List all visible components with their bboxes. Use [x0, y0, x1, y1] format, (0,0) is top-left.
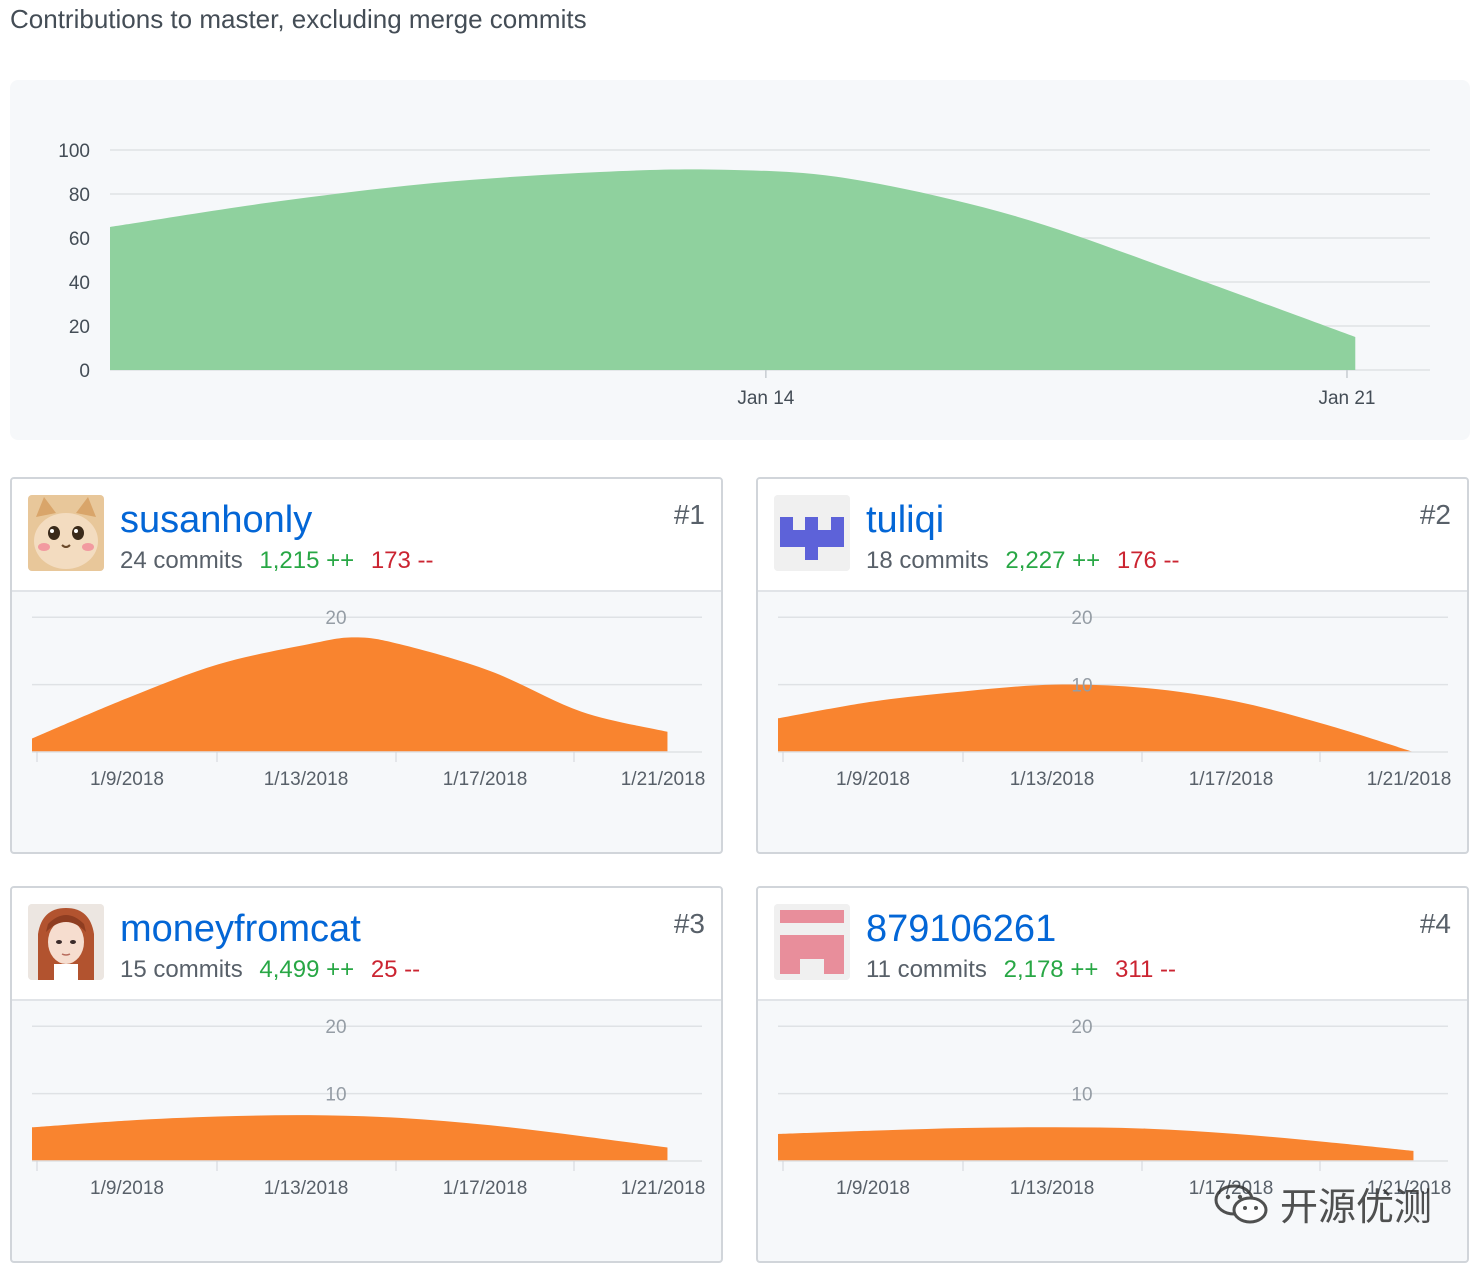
contributor-header: susanhonly 24 commits 1,215 ++ 173 -- #1: [12, 479, 721, 592]
x-tick-label: 1/13/2018: [264, 1178, 349, 1199]
y-tick-label: 10: [1071, 1085, 1092, 1106]
page-title: Contributions to master, excluding merge…: [10, 4, 587, 34]
contributor-chart-svg: 20 10 1/9/2018 1/13/2018 1/17/2018 1/21/2018: [778, 608, 1452, 790]
x-tick-label: 1/17/2018: [1189, 769, 1274, 790]
x-tick-label: 1/17/2018: [443, 1178, 528, 1199]
x-tick-label: 1/13/2018: [1010, 1178, 1095, 1199]
cat-avatar-icon: [28, 495, 104, 571]
contributor-rank: #1: [673, 499, 705, 530]
commit-count-link[interactable]: 11 commits: [866, 956, 987, 983]
contributor-stats: 24 commits 1,215 ++ 173 --: [120, 547, 434, 575]
y-tick-label: 40: [69, 273, 90, 294]
y-tick-label: 80: [69, 185, 90, 206]
avatar[interactable]: [774, 904, 850, 980]
contributor-username-link[interactable]: susanhonly: [120, 499, 312, 542]
y-tick-label: 10: [1071, 676, 1092, 697]
commits-area: [32, 1115, 668, 1161]
contributions-graph: 100 80 60 40 20 0 Jan 14 Jan 21: [10, 80, 1470, 440]
identicon-icon: [774, 904, 850, 980]
y-tick-label: 20: [69, 317, 90, 338]
additions-count: 2,227 ++: [1005, 547, 1101, 574]
y-tick-label: 60: [69, 229, 90, 250]
x-tick-label: 1/13/2018: [264, 769, 349, 790]
y-tick-label: 0: [79, 361, 90, 382]
anime-avatar-icon: [28, 904, 104, 980]
additions-count: 2,178 ++: [1003, 956, 1099, 983]
contributor-header: moneyfromcat 15 commits 4,499 ++ 25 -- #…: [12, 888, 721, 1001]
deletions-count: 176 --: [1116, 547, 1180, 574]
x-tick-label: 1/17/2018: [443, 769, 528, 790]
contributor-header: 879106261 11 commits 2,178 ++ 311 -- #4: [758, 888, 1467, 1001]
x-tick-label: 1/9/2018: [90, 769, 164, 790]
contributions-area: [110, 169, 1356, 370]
x-tick-label: 1/21/2018: [621, 1178, 706, 1199]
contributor-chart-svg: 20 1/9/2018 1/13/2018 1/17/2018 1/21/2018: [32, 608, 706, 790]
contributor-rank: #2: [1419, 499, 1451, 530]
avatar[interactable]: [28, 904, 104, 980]
deletions-count: 311 --: [1115, 956, 1176, 983]
y-tick-label: 20: [325, 1017, 346, 1038]
x-tick-label: Jan 14: [737, 388, 794, 409]
x-tick-label: Jan 21: [1318, 388, 1375, 409]
commit-count-link[interactable]: 24 commits: [120, 547, 243, 574]
contributor-rank: #3: [673, 908, 705, 939]
contributor-rank: #4: [1419, 908, 1451, 939]
commit-count-link[interactable]: 15 commits: [120, 956, 243, 983]
deletions-count: 173 --: [370, 547, 434, 574]
contributor-username-link[interactable]: moneyfromcat: [120, 908, 361, 951]
deletions-count: 25 --: [370, 956, 421, 983]
identicon-icon: [774, 495, 850, 571]
y-tick-label: 20: [325, 608, 346, 629]
contributor-card: moneyfromcat 15 commits 4,499 ++ 25 -- #…: [10, 886, 723, 1263]
y-tick-label: 10: [325, 1085, 346, 1106]
x-tick-label: 1/9/2018: [836, 769, 910, 790]
contributor-username-link[interactable]: tuliqi: [866, 499, 944, 542]
contributor-stats: 18 commits 2,227 ++ 176 --: [866, 547, 1180, 575]
avatar[interactable]: [28, 495, 104, 571]
x-tick-label: 1/21/2018: [621, 769, 706, 790]
contributor-card: susanhonly 24 commits 1,215 ++ 173 -- #1…: [10, 477, 723, 854]
contributor-stats: 15 commits 4,499 ++ 25 --: [120, 956, 420, 984]
commit-count-link[interactable]: 18 commits: [866, 547, 989, 574]
x-tick-label: 1/21/2018: [1367, 769, 1452, 790]
wechat-icon: [1214, 1184, 1268, 1223]
x-tick-label: 1/9/2018: [836, 1178, 910, 1199]
watermark: 开源优测: [1210, 1176, 1432, 1231]
contributions-chart-svg: 100 80 60 40 20 0 Jan 14 Jan 21: [58, 141, 1430, 409]
commits-area: [778, 684, 1414, 752]
commits-area: [778, 1127, 1414, 1161]
avatar[interactable]: [774, 495, 850, 571]
contributor-stats: 11 commits 2,178 ++ 311 --: [866, 956, 1176, 984]
contributor-card: tuliqi 18 commits 2,227 ++ 176 -- #2 20 1…: [756, 477, 1469, 854]
additions-count: 4,499 ++: [259, 956, 355, 983]
additions-count: 1,215 ++: [259, 547, 355, 574]
x-tick-label: 1/13/2018: [1010, 769, 1095, 790]
y-tick-label: 20: [1071, 1017, 1092, 1038]
contributor-chart-svg: 20 10 1/9/2018 1/13/2018 1/17/2018 1/21/2018: [32, 1017, 706, 1199]
contributor-header: tuliqi 18 commits 2,227 ++ 176 -- #2: [758, 479, 1467, 592]
commits-area: [32, 637, 668, 752]
contributor-username-link[interactable]: 879106261: [866, 908, 1056, 951]
y-tick-label: 100: [58, 141, 90, 162]
y-tick-label: 20: [1071, 608, 1092, 629]
watermark-text: 开源优测: [1280, 1187, 1433, 1229]
x-tick-label: 1/9/2018: [90, 1178, 164, 1199]
